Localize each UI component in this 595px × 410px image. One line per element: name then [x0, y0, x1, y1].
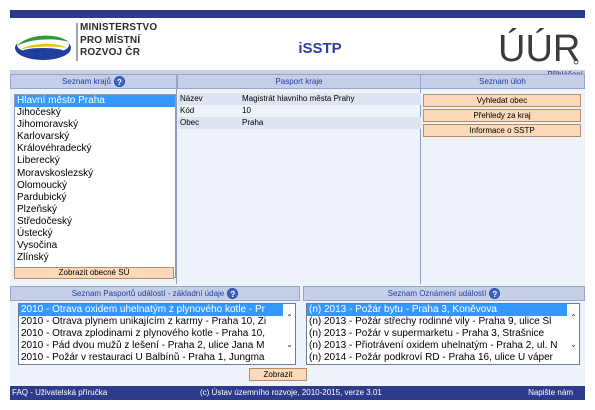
uur-logo-text: ÚÚR	[498, 28, 580, 66]
pasport-row: Název Magistrát hlavního města Prahy	[178, 93, 421, 105]
faq-manual-link[interactable]: FAQ - Uživatelská příručka	[12, 386, 107, 400]
event-item[interactable]: 2010 - Otrava oxidem uhelnatým z plynové…	[19, 304, 283, 316]
app-frame: MINISTERSTVO PRO MÍSTNÍ ROZVOJ ČR iSSTP …	[10, 10, 585, 400]
region-item[interactable]: Ústecký	[15, 228, 175, 240]
pasport-row: Obec Praha	[178, 117, 421, 129]
ministry-name: MINISTERSTVO PRO MÍSTNÍ ROZVOJ ČR	[80, 22, 157, 60]
region-item[interactable]: Vysočina	[15, 240, 175, 252]
notices-panel-header: Seznam Oznámení událostí?	[303, 286, 585, 301]
footer: FAQ - Uživatelská příručka (c) Ústav úze…	[10, 386, 585, 400]
pasport-row: Kód 10	[178, 105, 421, 117]
pasport-label: Název	[180, 94, 203, 103]
region-item[interactable]: Hlavní město Praha	[15, 95, 175, 108]
copyright-text: (c) Ústav územního rozvoje, 2010-2015, v…	[200, 388, 382, 397]
region-item[interactable]: Královéhradecký	[15, 143, 175, 155]
pasport-panel-header: Pasport kraje	[177, 74, 421, 89]
notices-panel-title: Seznam Oznámení událostí	[387, 289, 487, 298]
region-item[interactable]: Jihočeský	[15, 107, 175, 119]
help-icon[interactable]: ?	[489, 288, 501, 300]
tasks-panel-header: Seznam úloh	[420, 74, 585, 89]
show-button[interactable]: Zobrazit	[249, 368, 307, 381]
region-item[interactable]: Karlovarský	[15, 131, 175, 143]
regions-list[interactable]: Hlavní město Praha Jihočeský Jihomoravsk…	[14, 94, 176, 278]
region-item[interactable]: Olomoucký	[15, 180, 175, 192]
notice-item[interactable]: (n) 2013 - Požár bytu - Praha 3, Koněvov…	[307, 304, 567, 316]
pasport-label: Kód	[180, 106, 195, 115]
scroll-up-icon[interactable]: ⌃	[569, 313, 578, 322]
ministry-line: ROZVOJ ČR	[80, 47, 141, 58]
pasport-table: Název Magistrát hlavního města Prahy Kód…	[178, 93, 421, 129]
notices-list[interactable]: (n) 2013 - Požár bytu - Praha 3, Koněvov…	[306, 303, 580, 365]
top-bar	[10, 10, 585, 18]
event-item[interactable]: 2010 - Otrava zplodinami z plynového kot…	[19, 328, 283, 340]
events-panel-header: Seznam Pasportů událostí - základní údaj…	[10, 286, 300, 301]
scroll-up-icon[interactable]: ⌃	[285, 313, 294, 322]
column-divider	[176, 74, 177, 284]
scroll-down-icon[interactable]: ⌄	[569, 340, 578, 349]
region-item[interactable]: Plzeňský	[15, 204, 175, 216]
scroll-down-icon[interactable]: ⌄	[285, 340, 294, 349]
pasport-value: Magistrát hlavního města Prahy	[242, 94, 355, 103]
help-icon[interactable]: ?	[227, 288, 239, 300]
help-icon[interactable]: ?	[113, 76, 125, 88]
regions-panel-header: Seznam krajů?	[10, 74, 177, 89]
region-item[interactable]: Moravskoslezský	[15, 168, 175, 180]
region-item[interactable]: Středočeský	[15, 216, 175, 228]
ministry-line: PRO MÍSTNÍ	[80, 34, 141, 46]
event-item[interactable]: 2010 - Pád dvou mužů z lešení - Praha 2,…	[19, 340, 283, 352]
logo-separator	[76, 23, 78, 61]
pasport-value: Praha	[242, 118, 264, 127]
events-list[interactable]: 2010 - Otrava oxidem uhelnatým z plynové…	[18, 303, 296, 365]
sstp-info-button[interactable]: Informace o SSTP	[423, 124, 581, 137]
region-item[interactable]: Pardubický	[15, 192, 175, 204]
pasport-value: 10	[242, 106, 251, 115]
notice-item[interactable]: (n) 2014 - Požár podkroví RD - Praha 16,…	[307, 352, 567, 364]
pasport-panel-title: Pasport kraje	[275, 77, 323, 86]
header: MINISTERSTVO PRO MÍSTNÍ ROZVOJ ČR iSSTP …	[10, 18, 585, 70]
event-item[interactable]: 2010 - Otrava plynem unikajícím z karmy …	[19, 316, 283, 328]
tasks-panel-title: Seznam úloh	[479, 77, 526, 86]
region-item[interactable]: Zlínský	[15, 252, 175, 264]
uur-logo-icon: ÚÚR	[498, 28, 580, 66]
show-general-su-button[interactable]: Zobrazit obecné SÚ	[14, 267, 174, 279]
ministry-logo-icon	[15, 35, 71, 60]
events-panel-title: Seznam Pasportů událostí - základní údaj…	[71, 289, 225, 298]
contact-link[interactable]: Napište nám	[528, 386, 573, 400]
search-municipality-button[interactable]: Vyhledat obec	[423, 94, 581, 107]
notice-item[interactable]: (n) 2013 - Přiotrávení oxidem uhelnatým …	[307, 340, 567, 352]
ministry-line: MINISTERSTVO	[80, 22, 158, 33]
region-item[interactable]: Liberecký	[15, 155, 175, 167]
region-overview-button[interactable]: Přehledy za kraj	[423, 109, 581, 122]
app-title: iSSTP	[298, 40, 342, 57]
regions-panel-title: Seznam krajů	[62, 77, 111, 86]
region-item[interactable]: Jihomoravský	[15, 119, 175, 131]
event-item[interactable]: 2010 - Požár v restauraci U Balbínů - Pr…	[19, 352, 283, 364]
notice-item[interactable]: (n) 2013 - Požár střechy rodinné vily - …	[307, 316, 567, 328]
notice-item[interactable]: (n) 2013 - Požár v supermarketu - Praha …	[307, 328, 567, 340]
pasport-label: Obec	[180, 118, 200, 127]
